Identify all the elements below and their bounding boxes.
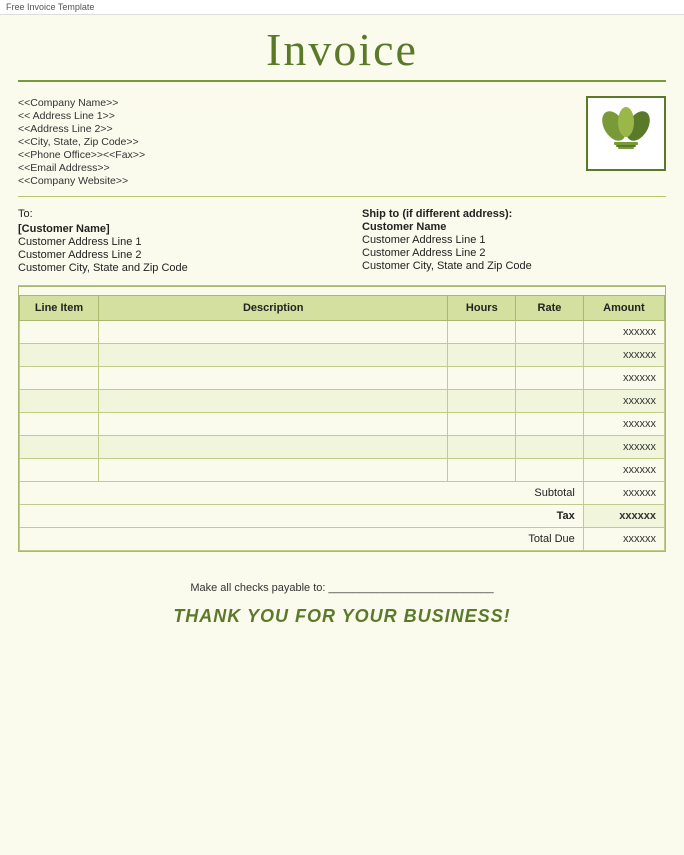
header-title-section: Invoice [18, 15, 666, 80]
logo-box [586, 96, 666, 171]
watermark-bar: Free Invoice Template [0, 0, 684, 15]
col-hours: Hours [448, 296, 516, 321]
ship-customer-name: Customer Name [362, 221, 666, 233]
company-info: <<Company Name>> << Address Line 1>> <<A… [18, 96, 145, 188]
amount-cell: xxxxxx [583, 390, 664, 413]
address-section: To: [Customer Name] Customer Address Lin… [18, 197, 666, 286]
to-block: To: [Customer Name] Customer Address Lin… [18, 207, 322, 275]
table-row: xxxxxx [20, 413, 665, 436]
col-line-item: Line Item [20, 296, 99, 321]
subtotal-row: Subtotal xxxxxx [20, 482, 665, 505]
ship-label: Ship to (if different address): [362, 208, 666, 220]
table-cell [516, 344, 584, 367]
table-cell [98, 459, 448, 482]
invoice-title: Invoice [18, 23, 666, 76]
table-cell [98, 344, 448, 367]
table-cell [516, 367, 584, 390]
table-cell [98, 321, 448, 344]
top-section: <<Company Name>> << Address Line 1>> <<A… [18, 90, 666, 197]
table-cell [98, 390, 448, 413]
amount-cell: xxxxxx [583, 413, 664, 436]
table-cell [516, 321, 584, 344]
amount-cell: xxxxxx [583, 436, 664, 459]
col-rate: Rate [516, 296, 584, 321]
amount-cell: xxxxxx [583, 344, 664, 367]
tax-row: Tax xxxxxx [20, 505, 665, 528]
table-cell [448, 413, 516, 436]
table-cell [516, 436, 584, 459]
table-cell [98, 367, 448, 390]
table-cell [448, 459, 516, 482]
green-divider [18, 80, 666, 82]
company-website: <<Company Website>> [18, 175, 145, 187]
table-cell [20, 413, 99, 436]
to-customer-name: [Customer Name] [18, 223, 322, 235]
to-city: Customer City, State and Zip Code [18, 262, 322, 274]
ship-address2: Customer Address Line 2 [362, 247, 666, 259]
tax-value: xxxxxx [583, 505, 664, 528]
company-phone: <<Phone Office>><<Fax>> [18, 149, 145, 161]
invoice-table-wrapper: Line Item Description Hours Rate Amount … [18, 286, 666, 552]
table-cell [448, 436, 516, 459]
table-cell [516, 413, 584, 436]
page: Invoice <<Company Name>> << Address Line… [0, 15, 684, 855]
table-cell [98, 436, 448, 459]
table-cell [98, 413, 448, 436]
table-row: xxxxxx [20, 390, 665, 413]
table-row: xxxxxx [20, 459, 665, 482]
company-logo-icon [596, 104, 656, 164]
table-cell [448, 321, 516, 344]
ship-address1: Customer Address Line 1 [362, 234, 666, 246]
company-city: <<City, State, Zip Code>> [18, 136, 145, 148]
company-name: <<Company Name>> [18, 97, 145, 109]
invoice-table: Line Item Description Hours Rate Amount … [19, 295, 665, 551]
table-row: xxxxxx [20, 321, 665, 344]
table-cell [20, 390, 99, 413]
table-cell [448, 390, 516, 413]
to-address2: Customer Address Line 2 [18, 249, 322, 261]
company-address1: << Address Line 1>> [18, 110, 145, 122]
ship-city: Customer City, State and Zip Code [362, 260, 666, 272]
tax-label: Tax [20, 505, 584, 528]
amount-cell: xxxxxx [583, 459, 664, 482]
total-value: xxxxxx [583, 528, 664, 551]
table-row: xxxxxx [20, 367, 665, 390]
table-cell [20, 367, 99, 390]
total-row: Total Due xxxxxx [20, 528, 665, 551]
ship-block: Ship to (if different address): Customer… [362, 207, 666, 275]
table-cell [20, 436, 99, 459]
table-cell [448, 344, 516, 367]
table-row: xxxxxx [20, 344, 665, 367]
subtotal-label: Subtotal [20, 482, 584, 505]
footer-section: Make all checks payable to: ____________… [18, 552, 666, 637]
company-email: <<Email Address>> [18, 162, 145, 174]
checks-payable-text: Make all checks payable to: ____________… [18, 582, 666, 594]
amount-cell: xxxxxx [583, 367, 664, 390]
watermark-text: Free Invoice Template [6, 2, 94, 12]
to-address1: Customer Address Line 1 [18, 236, 322, 248]
table-cell [516, 459, 584, 482]
col-amount: Amount [583, 296, 664, 321]
table-cell [448, 367, 516, 390]
subtotal-value: xxxxxx [583, 482, 664, 505]
table-row: xxxxxx [20, 436, 665, 459]
amount-cell: xxxxxx [583, 321, 664, 344]
table-cell [20, 459, 99, 482]
total-label: Total Due [20, 528, 584, 551]
thank-you-text: THANK YOU FOR YOUR BUSINESS! [18, 606, 666, 627]
col-description: Description [98, 296, 448, 321]
table-cell [20, 321, 99, 344]
table-cell [20, 344, 99, 367]
table-cell [516, 390, 584, 413]
company-address2: <<Address Line 2>> [18, 123, 145, 135]
to-label: To: [18, 208, 322, 220]
table-header-row: Line Item Description Hours Rate Amount [20, 296, 665, 321]
